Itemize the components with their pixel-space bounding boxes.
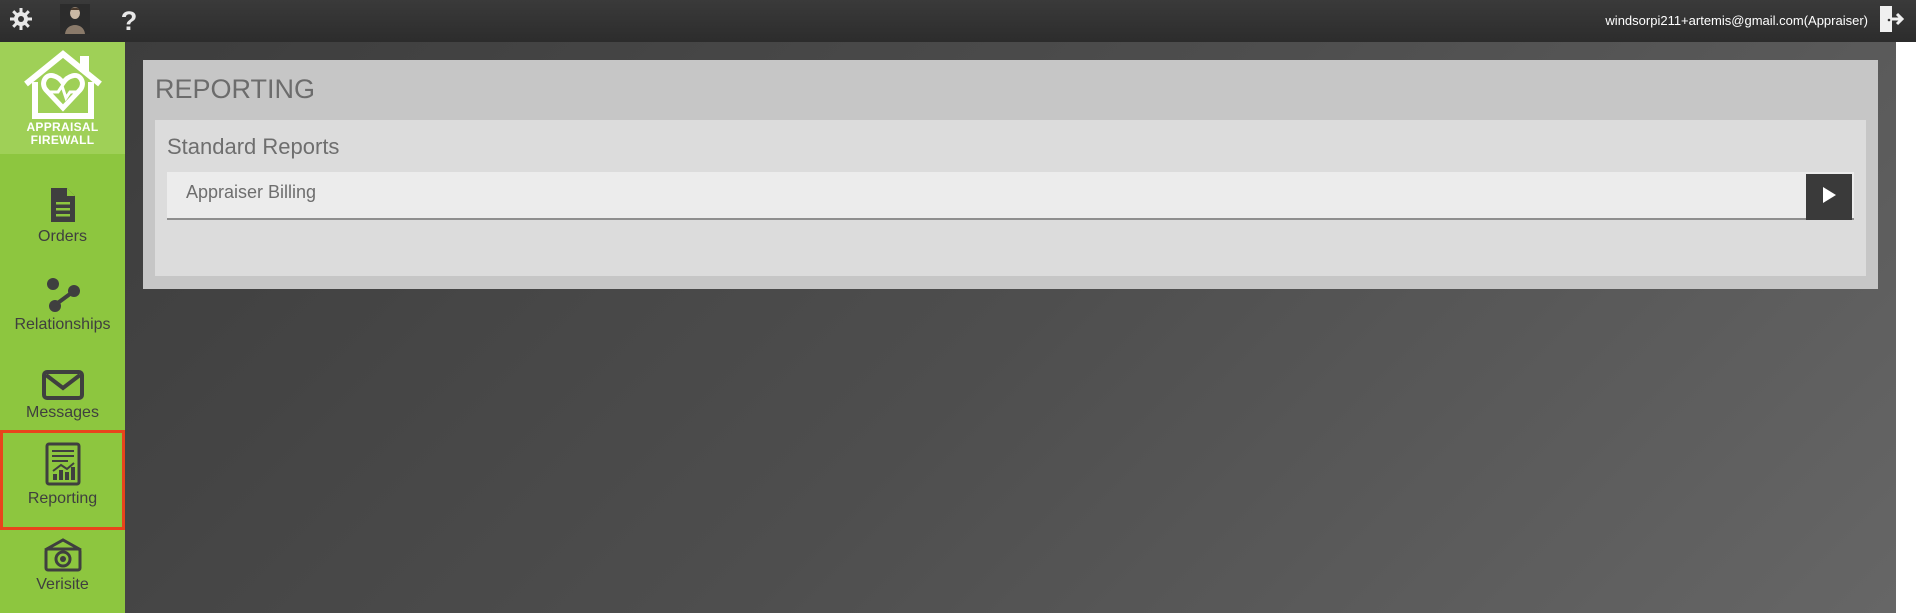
- standard-reports-section: Standard Reports Appraiser Billing: [155, 120, 1866, 276]
- profile-button[interactable]: [54, 0, 96, 42]
- help-icon: ?: [120, 5, 138, 36]
- avatar: [60, 3, 90, 39]
- scrollbar-track[interactable]: [1896, 42, 1916, 613]
- sidebar-item-label: Reporting: [27, 490, 98, 507]
- sidebar-item-messages[interactable]: Messages: [0, 348, 125, 434]
- top-bar: ? windsorpi211+artemis@gmail.com(Apprais…: [0, 0, 1916, 42]
- play-icon: [1821, 186, 1837, 209]
- logo-text-line2: FIREWALL: [30, 133, 95, 147]
- reporting-panel: REPORTING Standard Reports Appraiser Bil…: [143, 60, 1878, 289]
- page-title: REPORTING: [155, 74, 316, 104]
- sidebar-item-relationships[interactable]: Relationships: [0, 260, 125, 346]
- settings-button[interactable]: [0, 0, 42, 42]
- sidebar-item-label: Relationships: [14, 316, 111, 333]
- sidebar-item-label: Messages: [26, 404, 99, 421]
- help-button[interactable]: ?: [108, 0, 150, 42]
- document-icon: [50, 188, 75, 222]
- sidebar-item-orders[interactable]: Orders: [0, 172, 125, 258]
- sidebar-item-label: Orders: [38, 228, 87, 245]
- logout-button[interactable]: [1872, 0, 1910, 42]
- camera-icon: [43, 538, 82, 572]
- connection-icon: [46, 278, 80, 312]
- run-report-button[interactable]: [1806, 174, 1852, 220]
- report-row[interactable]: Appraiser Billing: [167, 172, 1854, 220]
- sidebar: APPRAISAL FIREWALL Orders Relationships: [0, 42, 125, 613]
- sidebar-item-reporting[interactable]: Reporting: [0, 430, 125, 530]
- report-chart-icon: [45, 442, 80, 486]
- main-content: REPORTING Standard Reports Appraiser Bil…: [125, 42, 1896, 613]
- envelope-icon: [41, 370, 84, 400]
- app-logo[interactable]: APPRAISAL FIREWALL: [0, 42, 125, 154]
- sidebar-item-label: Verisite: [36, 576, 89, 593]
- user-label: windsorpi211+artemis@gmail.com(Appraiser…: [1605, 13, 1868, 28]
- sidebar-item-verisite[interactable]: Verisite: [0, 526, 125, 612]
- gear-icon: [9, 7, 33, 36]
- logout-icon: [1878, 4, 1905, 39]
- house-heart-icon: [23, 50, 102, 119]
- logo-text-line1: APPRAISAL: [26, 120, 99, 134]
- report-label: Appraiser Billing: [186, 182, 317, 202]
- section-title: Standard Reports: [167, 134, 340, 159]
